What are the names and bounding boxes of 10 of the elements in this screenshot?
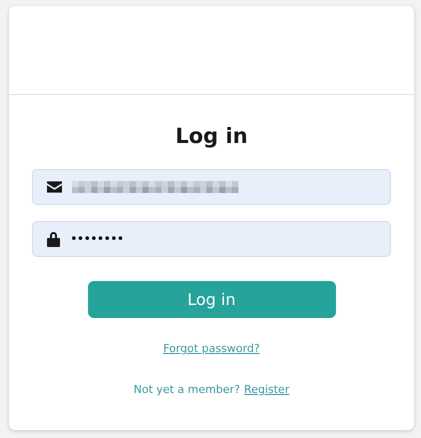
password-field[interactable]: •••••••• (32, 221, 391, 257)
register-prompt: Not yet a member? (134, 383, 240, 396)
login-title: Log in (175, 123, 248, 149)
envelope-icon (47, 181, 62, 193)
login-button[interactable]: Log in (88, 281, 336, 318)
email-field[interactable] (32, 169, 391, 205)
forgot-password-link[interactable]: Forgot password? (163, 342, 260, 355)
password-value: •••••••• (70, 232, 124, 246)
register-link[interactable]: Register (244, 383, 290, 396)
lock-icon (47, 231, 60, 247)
